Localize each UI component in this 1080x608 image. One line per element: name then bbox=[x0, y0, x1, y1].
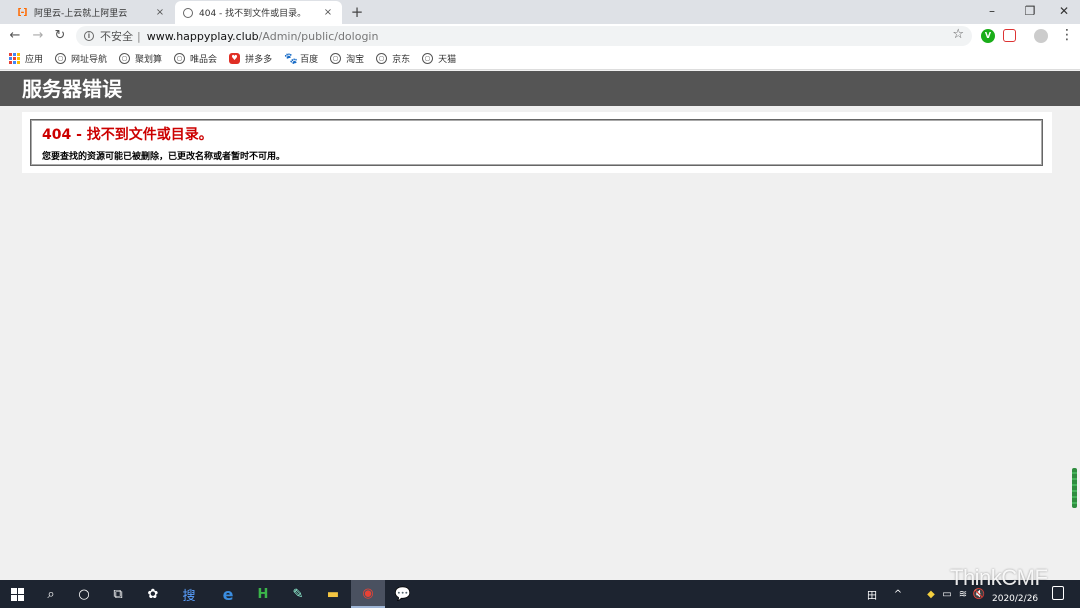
error-title: 404 - 找不到文件或目录。 bbox=[42, 127, 213, 143]
globe-icon bbox=[183, 7, 193, 18]
bookmark-label: 网址导航 bbox=[71, 55, 108, 65]
pinduoduo-icon: ♥ bbox=[229, 53, 241, 64]
close-window-button[interactable]: ✕ bbox=[1046, 0, 1080, 22]
bookmark-item[interactable]: ♥ 拼多多 bbox=[229, 52, 272, 65]
bookmark-item[interactable]: 京东 bbox=[376, 52, 410, 65]
tab-aliyun[interactable]: [-] 阿里云-上云就上阿里云 × bbox=[8, 1, 174, 24]
bookmark-label: 唯品会 bbox=[190, 55, 218, 65]
watermark: ThinkCMF bbox=[950, 565, 1048, 590]
bookmark-item[interactable]: 唯品会 bbox=[174, 52, 217, 65]
edge-icon[interactable]: e bbox=[211, 580, 245, 608]
minimize-button[interactable]: – bbox=[974, 0, 1010, 22]
chevron-up-icon[interactable]: ^ bbox=[888, 580, 908, 608]
ime-icon[interactable]: 田 bbox=[862, 580, 882, 608]
security-label[interactable]: 不安全 bbox=[100, 28, 133, 44]
globe-icon bbox=[55, 53, 67, 64]
bookmark-item[interactable]: 淘宝 bbox=[330, 52, 364, 65]
content-panel: 404 - 找不到文件或目录。 您要查找的资源可能已被删除，已更改名称或者暂时不… bbox=[22, 112, 1052, 173]
tab-title: 404 - 找不到文件或目录。 bbox=[199, 9, 307, 19]
error-box: 404 - 找不到文件或目录。 您要查找的资源可能已被删除，已更改名称或者暂时不… bbox=[30, 119, 1043, 166]
bookmark-apps[interactable]: 应用 bbox=[9, 52, 43, 65]
wechat-icon[interactable]: 💬 bbox=[386, 580, 420, 608]
file-explorer-icon[interactable]: ▬ bbox=[316, 580, 350, 608]
baidu-icon: 🐾 bbox=[284, 52, 298, 65]
bookmark-label: 聚划算 bbox=[135, 55, 163, 65]
url-path[interactable]: /Admin/public/dologin bbox=[259, 30, 379, 43]
separator: | bbox=[137, 29, 141, 43]
page-header: 服务器错误 bbox=[0, 71, 1080, 106]
bookmark-item[interactable]: 网址导航 bbox=[55, 52, 107, 65]
bookmark-label: 淘宝 bbox=[346, 55, 365, 65]
apps-icon bbox=[9, 53, 20, 64]
notepad-icon[interactable]: ✎ bbox=[281, 580, 315, 608]
new-tab-button[interactable]: + bbox=[348, 3, 366, 21]
search-icon[interactable]: ⌕ bbox=[34, 580, 68, 608]
bookmark-label: 天猫 bbox=[438, 55, 457, 65]
bookmark-item[interactable]: 聚划算 bbox=[119, 52, 162, 65]
bookmark-star-icon[interactable]: ☆ bbox=[952, 27, 964, 42]
tray-app-icon[interactable]: ◆ bbox=[924, 580, 938, 608]
hbuilder-icon[interactable]: H bbox=[246, 580, 280, 608]
address-bar[interactable]: i 不安全 | www.happyplay.club /Admin/public… bbox=[76, 26, 972, 46]
profile-avatar-icon[interactable] bbox=[1034, 29, 1048, 43]
start-button[interactable] bbox=[0, 580, 34, 608]
cortana-icon[interactable]: ○ bbox=[67, 580, 101, 608]
page-viewport: 服务器错误 404 - 找不到文件或目录。 您要查找的资源可能已被删除，已更改名… bbox=[0, 71, 1080, 580]
forward-button[interactable]: → bbox=[29, 27, 47, 45]
url-host[interactable]: www.happyplay.club bbox=[147, 30, 259, 43]
task-view-icon[interactable]: ⧉ bbox=[101, 580, 135, 608]
aliyun-icon: [-] bbox=[17, 7, 28, 18]
globe-icon bbox=[119, 53, 131, 64]
clock-date[interactable]: 2020/2/26 bbox=[992, 594, 1038, 604]
globe-icon bbox=[330, 53, 342, 64]
error-message: 您要查找的资源可能已被删除，已更改名称或者暂时不可用。 bbox=[42, 152, 286, 162]
tab-title: 阿里云-上云就上阿里云 bbox=[34, 9, 128, 19]
tab-strip: [-] 阿里云-上云就上阿里云 × 404 - 找不到文件或目录。 × + – … bbox=[0, 0, 1080, 24]
fan-app-icon[interactable]: ✿ bbox=[136, 580, 170, 608]
close-icon[interactable]: × bbox=[154, 7, 166, 18]
bookmark-item[interactable]: 天猫 bbox=[422, 52, 456, 65]
close-icon[interactable]: × bbox=[322, 7, 334, 18]
reload-button[interactable]: ↻ bbox=[51, 27, 69, 45]
globe-icon bbox=[422, 53, 434, 64]
scroll-indicator[interactable] bbox=[1072, 468, 1077, 508]
bookmark-label: 拼多多 bbox=[245, 55, 273, 65]
tab-404[interactable]: 404 - 找不到文件或目录。 × bbox=[175, 1, 342, 24]
restore-button[interactable]: ❐ bbox=[1012, 0, 1048, 22]
windows-icon bbox=[10, 587, 24, 601]
info-icon[interactable]: i bbox=[84, 31, 94, 41]
menu-icon[interactable]: ⋮ bbox=[1060, 28, 1074, 42]
bookmark-label: 京东 bbox=[392, 55, 411, 65]
globe-icon bbox=[174, 53, 186, 64]
bookmark-label: 百度 bbox=[300, 55, 319, 65]
extension-red-icon[interactable] bbox=[1003, 29, 1016, 42]
taskbar: ⌕ ○ ⧉ ✿ 搜 e H ✎ ▬ ◉ 💬 田 ^ ◆ ▭ ≋ 🔇 2020/2… bbox=[0, 580, 1080, 608]
bookmarks-bar: 应用 网址导航 聚划算 唯品会 ♥ 拼多多 🐾 百度 淘宝 京东 天猫 bbox=[0, 48, 1080, 70]
notification-icon[interactable] bbox=[1052, 586, 1064, 600]
bookmark-item[interactable]: 🐾 百度 bbox=[284, 52, 318, 65]
globe-icon bbox=[376, 53, 388, 64]
back-button[interactable]: ← bbox=[6, 27, 24, 45]
chrome-icon[interactable]: ◉ bbox=[351, 580, 385, 608]
bookmark-label: 应用 bbox=[25, 55, 44, 65]
browser-toolbar: ← → ↻ i 不安全 | www.happyplay.club /Admin/… bbox=[0, 24, 1080, 48]
extension-green-icon[interactable]: V bbox=[981, 29, 995, 43]
sogou-search-icon[interactable]: 搜 bbox=[172, 580, 206, 608]
